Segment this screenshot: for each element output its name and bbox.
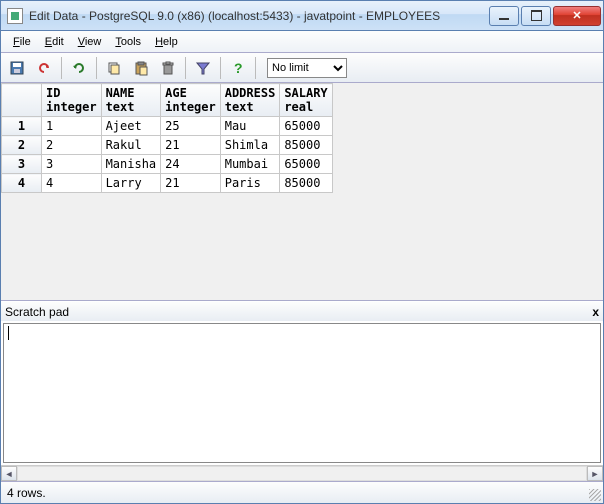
scratch-pad-header: Scratch pad x bbox=[1, 301, 603, 321]
copy-button[interactable] bbox=[102, 56, 126, 80]
separator bbox=[96, 57, 97, 79]
menu-file[interactable]: File bbox=[7, 34, 37, 50]
grid-cell[interactable]: 85000 bbox=[280, 174, 332, 193]
status-text: 4 rows. bbox=[7, 486, 46, 500]
undo-button[interactable] bbox=[32, 56, 56, 80]
status-bar: 4 rows. bbox=[1, 481, 603, 503]
window-title: Edit Data - PostgreSQL 9.0 (x86) (localh… bbox=[29, 9, 487, 23]
app-icon bbox=[7, 8, 23, 24]
grid-cell[interactable]: Shimla bbox=[220, 136, 280, 155]
scroll-left-arrow[interactable]: ◄ bbox=[1, 466, 17, 481]
scratch-pad-textarea[interactable] bbox=[3, 323, 601, 463]
separator bbox=[61, 57, 62, 79]
scroll-track[interactable] bbox=[17, 466, 587, 481]
data-grid[interactable]: IDinteger NAMEtext AGEinteger ADDRESStex… bbox=[1, 83, 603, 301]
column-header[interactable]: AGEinteger bbox=[161, 84, 221, 117]
grid-cell[interactable]: 2 bbox=[42, 136, 102, 155]
delete-button[interactable] bbox=[156, 56, 180, 80]
svg-text:?: ? bbox=[234, 60, 243, 76]
row-header[interactable]: 1 bbox=[2, 117, 42, 136]
copy-icon bbox=[106, 60, 122, 76]
grid-cell[interactable]: 65000 bbox=[280, 117, 332, 136]
menu-view[interactable]: View bbox=[72, 34, 108, 50]
menu-edit[interactable]: Edit bbox=[39, 34, 70, 50]
column-header[interactable]: NAMEtext bbox=[101, 84, 161, 117]
grid-cell[interactable]: 4 bbox=[42, 174, 102, 193]
refresh-icon bbox=[71, 60, 87, 76]
refresh-button[interactable] bbox=[67, 56, 91, 80]
column-header[interactable]: SALARYreal bbox=[280, 84, 332, 117]
paste-button[interactable] bbox=[129, 56, 153, 80]
grid-corner[interactable] bbox=[2, 84, 42, 117]
help-icon: ? bbox=[230, 60, 246, 76]
separator bbox=[255, 57, 256, 79]
row-header[interactable]: 3 bbox=[2, 155, 42, 174]
menu-tools[interactable]: Tools bbox=[109, 34, 147, 50]
minimize-button[interactable] bbox=[489, 6, 519, 26]
grid-cell[interactable]: 25 bbox=[161, 117, 221, 136]
delete-icon bbox=[160, 60, 176, 76]
horizontal-scrollbar[interactable]: ◄ ► bbox=[1, 465, 603, 481]
column-header[interactable]: ADDRESStext bbox=[220, 84, 280, 117]
save-icon bbox=[9, 60, 25, 76]
grid-cell[interactable]: 85000 bbox=[280, 136, 332, 155]
separator bbox=[220, 57, 221, 79]
title-bar: Edit Data - PostgreSQL 9.0 (x86) (localh… bbox=[1, 1, 603, 31]
grid-cell[interactable]: 24 bbox=[161, 155, 221, 174]
menu-help[interactable]: Help bbox=[149, 34, 184, 50]
grid-cell[interactable]: Paris bbox=[220, 174, 280, 193]
grid-cell[interactable]: 21 bbox=[161, 136, 221, 155]
resize-gripper[interactable] bbox=[589, 489, 601, 501]
grid-cell[interactable]: Larry bbox=[101, 174, 161, 193]
grid-cell[interactable]: 21 bbox=[161, 174, 221, 193]
grid-cell[interactable]: Ajeet bbox=[101, 117, 161, 136]
paste-icon bbox=[133, 60, 149, 76]
grid-cell[interactable]: 3 bbox=[42, 155, 102, 174]
toolbar: ? No limit bbox=[1, 53, 603, 83]
close-button[interactable] bbox=[553, 6, 601, 26]
grid-cell[interactable]: Rakul bbox=[101, 136, 161, 155]
maximize-button[interactable] bbox=[521, 6, 551, 26]
row-header[interactable]: 2 bbox=[2, 136, 42, 155]
filter-icon bbox=[195, 60, 211, 76]
grid-cell[interactable]: 1 bbox=[42, 117, 102, 136]
row-limit-select[interactable]: No limit bbox=[267, 58, 347, 78]
scratch-pad-title: Scratch pad bbox=[5, 305, 69, 319]
filter-button[interactable] bbox=[191, 56, 215, 80]
grid-cell[interactable]: Manisha bbox=[101, 155, 161, 174]
column-header[interactable]: IDinteger bbox=[42, 84, 102, 117]
save-button[interactable] bbox=[5, 56, 29, 80]
undo-icon bbox=[36, 60, 52, 76]
grid-cell[interactable]: Mumbai bbox=[220, 155, 280, 174]
scroll-right-arrow[interactable]: ► bbox=[587, 466, 603, 481]
row-header[interactable]: 4 bbox=[2, 174, 42, 193]
grid-cell[interactable]: Mau bbox=[220, 117, 280, 136]
help-button[interactable]: ? bbox=[226, 56, 250, 80]
grid-cell[interactable]: 65000 bbox=[280, 155, 332, 174]
scratch-pad-close[interactable]: x bbox=[592, 305, 599, 319]
separator bbox=[185, 57, 186, 79]
menu-bar: File Edit View Tools Help bbox=[1, 31, 603, 53]
